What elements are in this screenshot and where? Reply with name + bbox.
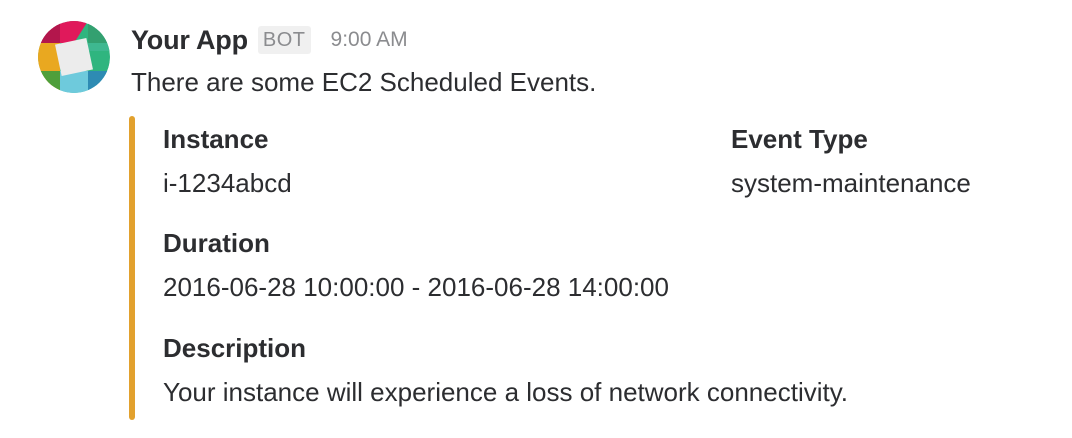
field-title: Instance xyxy=(163,124,269,154)
timestamp[interactable]: 9:00 AM xyxy=(331,28,408,52)
slack-app-logo-icon xyxy=(38,21,110,93)
message-header: Your App BOT 9:00 AM xyxy=(131,22,408,58)
field-title: Duration xyxy=(163,228,270,258)
avatar[interactable] xyxy=(38,21,110,93)
field-value: i-1234abcd xyxy=(163,168,292,198)
bot-badge: BOT xyxy=(257,26,311,54)
field-title: Event Type xyxy=(731,124,868,154)
sender-name[interactable]: Your App xyxy=(131,25,248,56)
attachment: Instance i-1234abcd Event Type system-ma… xyxy=(129,116,1029,420)
field-description: Description Your instance will experienc… xyxy=(163,333,848,407)
field-value: system-maintenance xyxy=(731,168,971,198)
field-title: Description xyxy=(163,333,307,363)
field-value: 2016-06-28 10:00:00 - 2016-06-28 14:00:0… xyxy=(163,272,669,302)
field-value: Your instance will experience a loss of … xyxy=(163,377,849,407)
attachment-color-bar xyxy=(129,116,135,420)
field-event-type: Event Type system-maintenance xyxy=(731,124,971,198)
message-text: There are some EC2 Scheduled Events. xyxy=(131,67,597,97)
field-duration: Duration 2016-06-28 10:00:00 - 2016-06-2… xyxy=(163,228,669,302)
chat-message: Your App BOT 9:00 AM There are some EC2 … xyxy=(0,0,1072,438)
field-instance: Instance i-1234abcd xyxy=(163,124,292,198)
